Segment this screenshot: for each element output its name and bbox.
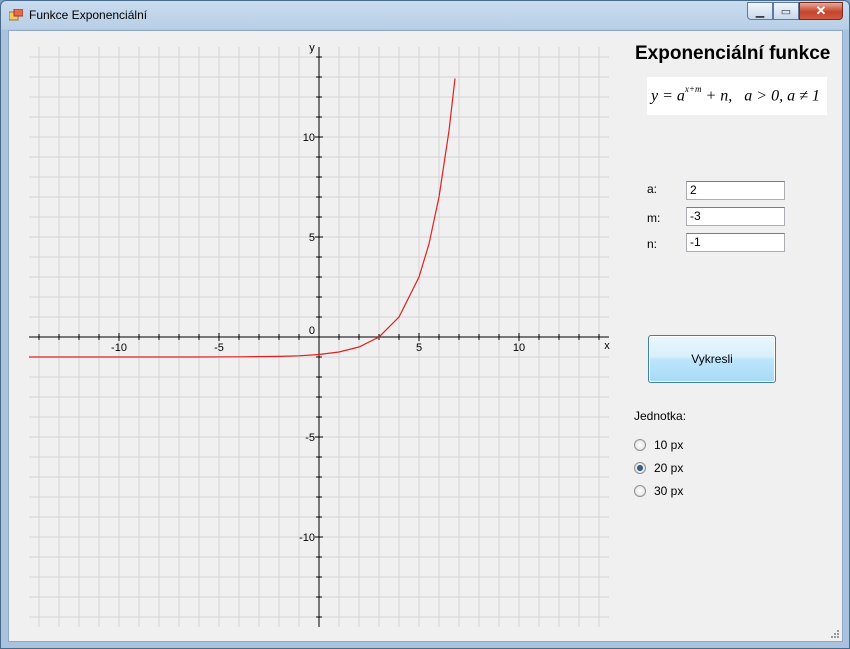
close-button[interactable]: ✕ — [799, 2, 843, 20]
unit-option-label: 10 px — [654, 438, 684, 452]
y-tick-label: -10 — [299, 532, 315, 544]
minimize-icon: ▁ — [755, 5, 765, 18]
maximize-button[interactable]: ▭ — [773, 2, 799, 20]
resize-grip-icon[interactable] — [830, 629, 840, 639]
app-icon — [9, 9, 23, 21]
label-n: n: — [647, 237, 658, 251]
y-tick-label: 10 — [303, 132, 315, 144]
x-tick-label: 5 — [416, 342, 422, 354]
y-tick-label: 5 — [309, 232, 315, 244]
client-area: -10 -5 5 10 10 5 -5 -10 0 x y Exponenciální funkce… — [8, 30, 843, 642]
formula-rhs: + n, — [701, 87, 733, 105]
formula-lhs: y = a — [651, 87, 685, 105]
maximize-icon: ▭ — [780, 5, 792, 18]
function-plot: -10 -5 5 10 10 5 -5 -10 0 x y — [29, 42, 610, 627]
y-axis-label: y — [309, 42, 315, 54]
window-controls: ▁ ▭ ✕ — [747, 2, 843, 21]
radio-10px[interactable] — [634, 439, 646, 451]
x-axis-label: x — [604, 340, 610, 352]
unit-option-label: 20 px — [654, 461, 684, 475]
title-bar[interactable]: Funkce Exponenciální ▁ ▭ ✕ — [1, 1, 849, 29]
x-tick-label: -5 — [214, 342, 224, 354]
label-m: m: — [647, 211, 661, 225]
input-n[interactable]: -1 — [686, 233, 785, 252]
radio-20px[interactable] — [634, 462, 646, 474]
function-curve — [29, 78, 456, 358]
app-window: Funkce Exponenciální ▁ ▭ ✕ -10 -5 5 10 10 5 -5… — [0, 0, 850, 649]
unit-option-10[interactable]: 10 px — [634, 438, 683, 452]
formula-exponent: x+m — [684, 84, 702, 94]
x-tick-label: 10 — [513, 342, 525, 354]
input-m[interactable]: -3 — [686, 207, 785, 226]
input-a[interactable]: 2 — [686, 181, 785, 200]
origin-label: 0 — [309, 325, 315, 337]
label-a: a: — [647, 182, 658, 196]
panel-heading: Exponenciální funkce — [635, 43, 831, 64]
formula-condition: a > 0, a ≠ 1 — [744, 87, 820, 105]
radio-30px[interactable] — [634, 485, 646, 497]
formula-image: y = ax+m + n, a > 0, a ≠ 1 — [647, 77, 827, 115]
unit-option-label: 30 px — [654, 484, 684, 498]
unit-option-20[interactable]: 20 px — [634, 461, 683, 475]
y-tick-label: -5 — [305, 432, 315, 444]
draw-button[interactable]: Vykresli — [648, 335, 776, 383]
unit-label: Jednotka: — [634, 409, 687, 423]
unit-option-30[interactable]: 30 px — [634, 484, 683, 498]
x-tick-label: -10 — [111, 342, 127, 354]
minimize-button[interactable]: ▁ — [747, 2, 773, 20]
window-title: Funkce Exponenciální — [29, 8, 148, 22]
close-icon: ✕ — [815, 3, 827, 18]
